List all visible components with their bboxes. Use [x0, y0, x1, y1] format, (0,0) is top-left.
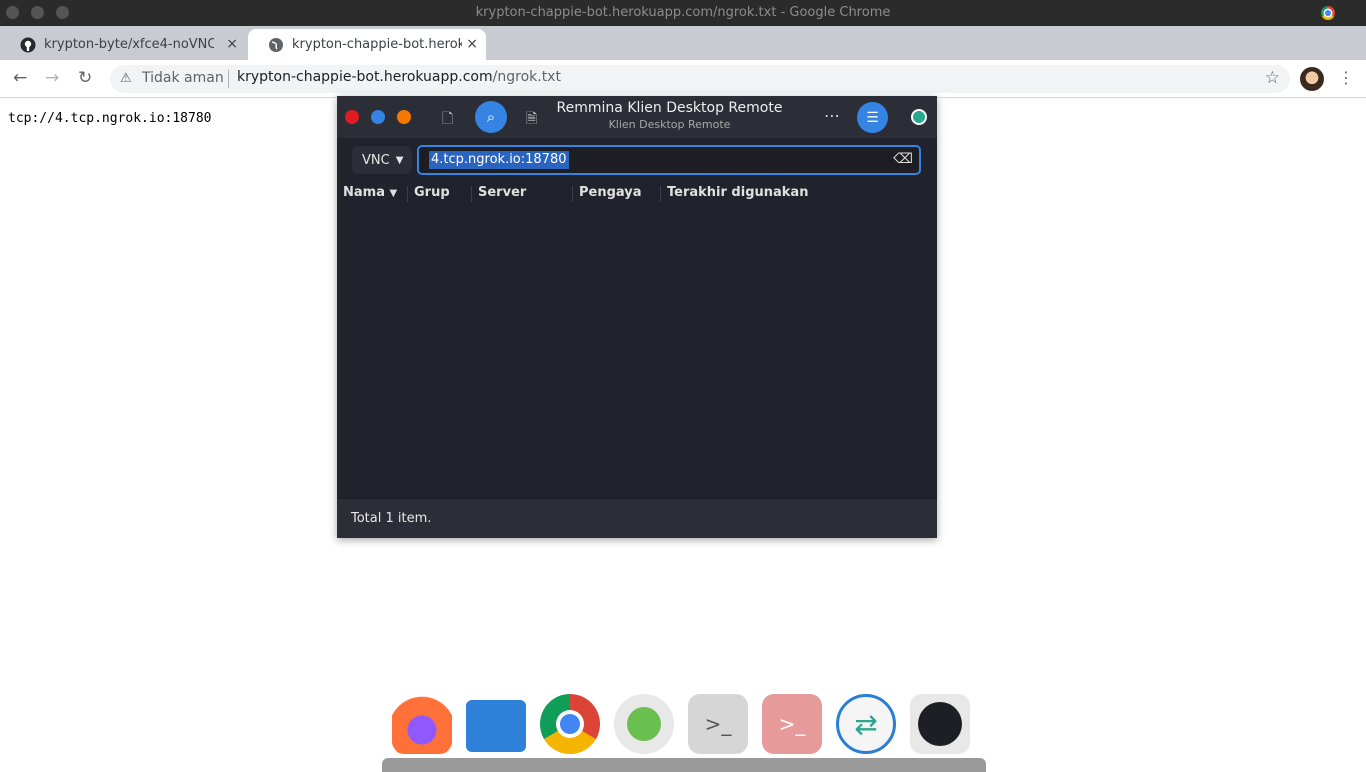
- status-bar: Total 1 item.: [337, 498, 937, 538]
- tab-label: krypton-byte/xfce4-noVNC: [44, 37, 214, 52]
- security-label[interactable]: Tidak aman: [142, 70, 224, 86]
- url-text[interactable]: krypton-chappie-bot.herokuapp.com/ngrok.…: [237, 69, 561, 85]
- navigation-bar: ← → ↻ ⚠ Tidak aman krypton-chappie-bot.h…: [0, 60, 1366, 98]
- column-divider: [407, 186, 408, 202]
- dock-background: [382, 758, 986, 772]
- tab-strip: krypton-byte/xfce4-noVNC × krypton-chapp…: [0, 26, 1366, 81]
- remmina-subtitle: Klien Desktop Remote: [608, 118, 731, 131]
- column-header-last-used[interactable]: Terakhir digunakan: [667, 185, 808, 200]
- terminal-icon[interactable]: >_: [688, 694, 748, 754]
- url-host: krypton-chappie-bot.herokuapp.com: [237, 69, 493, 85]
- search-button[interactable]: ⌕: [475, 101, 507, 133]
- column-divider: [471, 186, 472, 202]
- tab-ngrok[interactable]: krypton-chappie-bot.herokuapp.com ×: [248, 29, 486, 60]
- minimize-window-icon[interactable]: [371, 110, 385, 124]
- column-label: Nama: [343, 185, 385, 200]
- clear-input-icon[interactable]: ⌫: [893, 151, 913, 167]
- address-value[interactable]: 4.tcp.ngrok.io:18780: [429, 151, 569, 169]
- page-content: tcp://4.tcp.ngrok.io:18780: [8, 111, 212, 126]
- terminal-red-icon[interactable]: >_: [762, 694, 822, 754]
- forward-icon[interactable]: →: [45, 68, 59, 88]
- close-window-icon[interactable]: [345, 110, 359, 124]
- remmina-arrows-icon: ⇄: [854, 707, 878, 741]
- quick-connect-bar: VNC ▼ 4.tcp.ngrok.io:18780 ⌫: [337, 138, 937, 180]
- chevron-down-icon: ▼: [395, 154, 404, 166]
- new-connection-icon[interactable]: 🗋: [442, 108, 453, 132]
- clock-face-icon: [918, 702, 962, 746]
- warning-icon[interactable]: ⚠: [120, 71, 132, 86]
- maximize-window-icon[interactable]: [397, 110, 411, 124]
- close-tab-icon[interactable]: ×: [466, 36, 478, 52]
- document-icon[interactable]: 🗎: [526, 108, 537, 132]
- remmina-title-block: Remmina Klien Desktop Remote Klien Deskt…: [537, 100, 802, 131]
- column-divider: [572, 186, 573, 202]
- column-header-group[interactable]: Grup: [414, 185, 450, 200]
- column-header-plugin[interactable]: Pengaya: [579, 185, 642, 200]
- remmina-dock-icon[interactable]: ⇄: [836, 694, 896, 754]
- files-icon[interactable]: [466, 700, 526, 752]
- tab-github[interactable]: krypton-byte/xfce4-noVNC ×: [0, 29, 246, 60]
- android-logo-icon: [627, 707, 661, 741]
- sort-down-icon: ▼: [389, 188, 398, 199]
- list-icon: ☰: [866, 109, 879, 126]
- remmina-logo-icon[interactable]: [911, 109, 927, 125]
- chrome-dock-icon[interactable]: [540, 694, 600, 754]
- profile-avatar[interactable]: [1300, 67, 1324, 91]
- column-header-server[interactable]: Server: [478, 185, 526, 200]
- omnibox-divider: [228, 70, 229, 88]
- window-title: krypton-chappie-bot.herokuapp.com/ngrok.…: [475, 5, 891, 20]
- chrome-menu-icon[interactable]: ⋮: [1338, 68, 1354, 87]
- remmina-window: 🗋 ⌕ 🗎 Remmina Klien Desktop Remote Klien…: [337, 96, 937, 538]
- protocol-value: VNC: [362, 152, 390, 168]
- bookmark-star-icon[interactable]: ☆: [1265, 68, 1280, 88]
- firefox-icon[interactable]: [392, 694, 452, 754]
- connection-list-header: Nama ▼ Grup Server Pengaya Terakhir digu…: [337, 180, 937, 206]
- window-titlebar: krypton-chappie-bot.herokuapp.com/ngrok.…: [0, 0, 1366, 26]
- clock-icon[interactable]: [910, 694, 970, 754]
- view-list-button[interactable]: ☰: [857, 102, 888, 133]
- android-icon[interactable]: [614, 694, 674, 754]
- chrome-icon: [1321, 6, 1335, 20]
- remmina-title: Remmina Klien Desktop Remote: [556, 100, 783, 116]
- dock: >_ >_ ⇄: [382, 690, 986, 772]
- reload-icon[interactable]: ↻: [78, 68, 92, 88]
- close-tab-icon[interactable]: ×: [226, 36, 238, 52]
- omnibox[interactable]: ⚠ Tidak aman krypton-chappie-bot.herokua…: [110, 65, 1290, 93]
- more-icon[interactable]: ⋯: [824, 106, 840, 125]
- search-icon: ⌕: [486, 108, 496, 126]
- globe-icon: [269, 37, 283, 52]
- address-input[interactable]: 4.tcp.ngrok.io:18780 ⌫: [417, 145, 921, 175]
- url-path: /ngrok.txt: [492, 69, 561, 85]
- status-text: Total 1 item.: [351, 511, 432, 526]
- column-header-name[interactable]: Nama ▼: [343, 185, 397, 200]
- protocol-select[interactable]: VNC ▼: [352, 146, 412, 174]
- column-divider: [660, 186, 661, 202]
- tab-label: krypton-chappie-bot.herokuapp.com: [292, 37, 462, 52]
- github-icon: [20, 37, 36, 52]
- remmina-headerbar: 🗋 ⌕ 🗎 Remmina Klien Desktop Remote Klien…: [337, 96, 937, 138]
- back-icon[interactable]: ←: [13, 68, 27, 88]
- chrome-center-icon: [560, 714, 580, 734]
